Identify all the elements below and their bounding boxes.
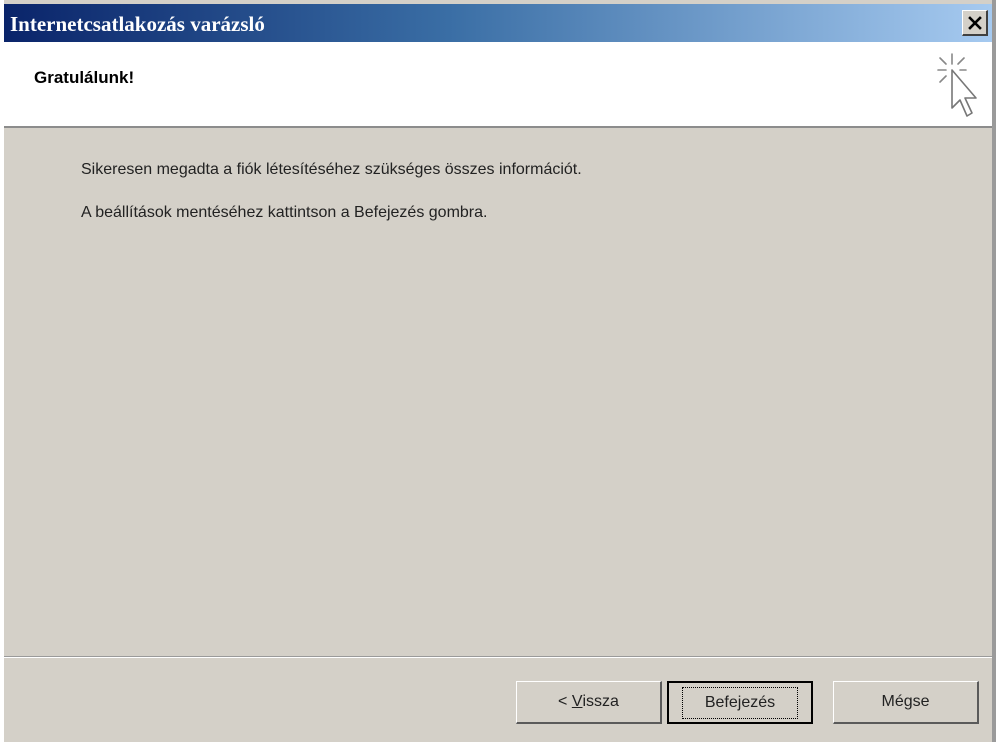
close-button[interactable] [962, 10, 988, 36]
page-title: Gratulálunk! [34, 68, 135, 87]
back-button-accelerator: V [571, 693, 583, 710]
finish-button-label: Befejezés [704, 693, 776, 711]
back-button[interactable]: < Vissza [516, 681, 662, 724]
close-icon [967, 15, 982, 30]
title-bar[interactable]: Internetcsatlakozás varázsló [4, 4, 992, 42]
finish-button[interactable]: Befejezés [667, 681, 813, 724]
window-title: Internetcsatlakozás varázsló [10, 12, 265, 36]
instruction-message: A beállítások mentéséhez kattintson a Be… [81, 204, 488, 221]
footer-separator [4, 656, 992, 658]
success-message: Sikeresen megadta a fiók létesítéséhez s… [81, 161, 582, 178]
wizard-header: Gratulálunk! [4, 42, 992, 128]
back-button-prefix: < [558, 693, 572, 710]
finish-button-focus-ring: Befejezés [681, 686, 799, 719]
cancel-button[interactable]: Mégse [833, 681, 979, 724]
cancel-button-label: Mégse [881, 693, 930, 710]
wizard-window: Internetcsatlakozás varázsló Gratulálunk… [0, 0, 996, 742]
wizard-cursor-sparkle-icon [937, 53, 977, 117]
wizard-content: Sikeresen megadta a fiók létesítéséhez s… [4, 128, 992, 654]
back-button-label: issza [582, 693, 619, 710]
